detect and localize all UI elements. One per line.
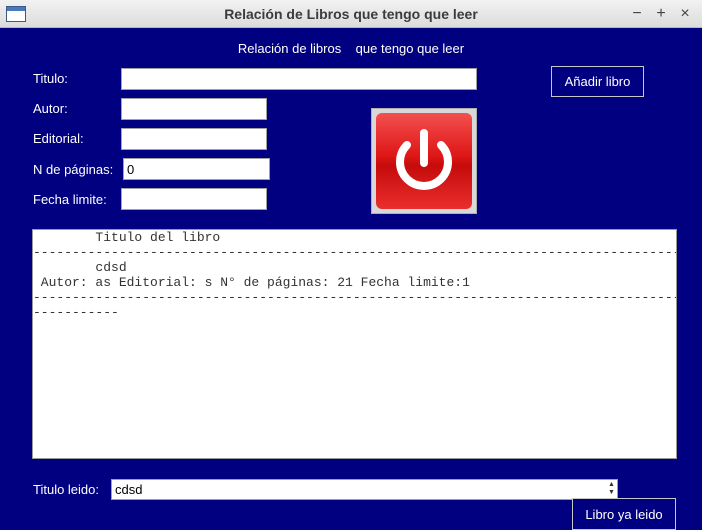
power-icon	[396, 129, 452, 190]
book-list-line: ----------------------------------------…	[33, 245, 677, 260]
fecha-label: Fecha limite:	[33, 192, 107, 207]
book-list-line: Autor: as Editorial: s N° de páginas: 21…	[33, 275, 470, 290]
spinner-up-icon[interactable]: ▲	[607, 481, 616, 489]
book-read-button[interactable]: Libro ya leido	[572, 498, 676, 530]
paginas-label: N de páginas:	[33, 162, 114, 177]
book-list-line: -----------	[33, 305, 119, 320]
editorial-label: Editorial:	[33, 131, 84, 146]
minimize-button[interactable]: −	[627, 3, 647, 25]
window-title: Relación de Libros que tengo que leer	[224, 6, 478, 22]
power-button[interactable]	[371, 108, 477, 214]
titulo-leido-label: Titulo leido:	[33, 482, 99, 497]
paginas-input[interactable]	[123, 158, 270, 180]
titulo-input[interactable]	[121, 68, 477, 90]
add-book-button[interactable]: Añadir libro	[551, 66, 644, 97]
spinner-arrows-icon[interactable]: ▲ ▼	[607, 481, 616, 498]
editorial-input[interactable]	[121, 128, 267, 150]
titulo-leido-value: cdsd	[115, 482, 143, 497]
title-bar: Relación de Libros que tengo que leer − …	[0, 0, 702, 28]
book-list-line: Titulo del libro	[33, 230, 221, 245]
power-button-face	[376, 113, 472, 209]
book-list-line: cdsd	[33, 260, 127, 275]
fecha-input[interactable]	[121, 188, 267, 210]
spinner-down-icon[interactable]: ▼	[607, 489, 616, 497]
close-button[interactable]: ×	[675, 3, 695, 25]
book-list-line: ----------------------------------------…	[33, 290, 677, 305]
maximize-button[interactable]: +	[651, 3, 671, 25]
autor-label: Autor:	[33, 101, 68, 116]
titulo-label: Titulo:	[33, 71, 68, 86]
header-label: Relación de libros que tengo que leer	[237, 41, 465, 56]
titulo-leido-combo[interactable]: cdsd ▲ ▼	[111, 479, 618, 500]
autor-input[interactable]	[121, 98, 267, 120]
book-list-textarea[interactable]: Titulo del libro -----------------------…	[32, 229, 677, 459]
book-list-text: Titulo del libro -----------------------…	[33, 230, 676, 320]
